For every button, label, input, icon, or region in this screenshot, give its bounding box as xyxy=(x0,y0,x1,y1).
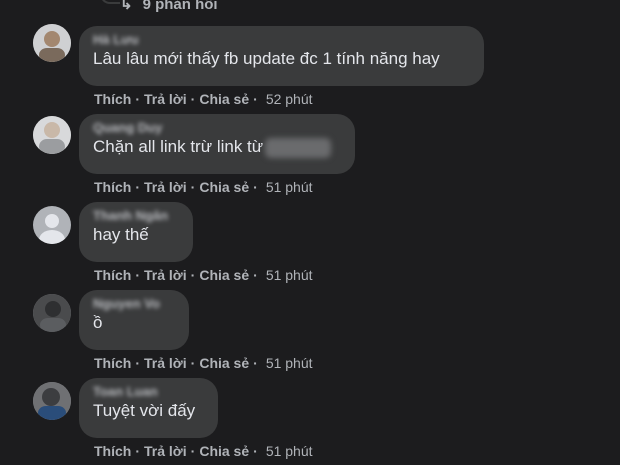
separator: · xyxy=(253,267,258,283)
separator: · xyxy=(253,355,258,371)
avatar[interactable] xyxy=(33,294,71,332)
separator: · xyxy=(135,267,141,283)
comment-actions: Thích · Trả lời · Chia sẻ · 51 phút xyxy=(94,267,313,283)
comment-actions: Thích · Trả lời · Chia sẻ · 52 phút xyxy=(94,91,313,107)
separator: · xyxy=(190,443,196,459)
default-avatar-icon[interactable] xyxy=(33,206,71,244)
separator: · xyxy=(253,179,258,195)
comment-text-row: Chặn all link trừ link từ xyxy=(93,136,341,158)
avatar-shoulders xyxy=(39,230,65,244)
comment-author[interactable]: Thanh Ngân xyxy=(93,208,179,224)
avatar-photo xyxy=(33,24,71,62)
redacted-region xyxy=(265,137,332,158)
separator: · xyxy=(135,91,141,107)
avatar[interactable] xyxy=(33,24,71,62)
reply-button[interactable]: Trả lời xyxy=(144,443,187,459)
like-button[interactable]: Thích xyxy=(94,179,131,195)
share-button[interactable]: Chia sẻ xyxy=(199,91,249,107)
comment-timestamp[interactable]: 52 phút xyxy=(266,91,313,107)
share-button[interactable]: Chia sẻ xyxy=(199,267,249,283)
reply-button[interactable]: Trả lời xyxy=(144,179,187,195)
avatar-photo xyxy=(33,382,71,420)
separator: · xyxy=(190,355,196,371)
comment-text: Lâu lâu mới thấy fb update đc 1 tính năn… xyxy=(93,49,440,68)
share-button[interactable]: Chia sẻ xyxy=(199,443,249,459)
like-button[interactable]: Thích xyxy=(94,267,131,283)
comment-text: Chặn all link trừ link từ xyxy=(93,137,264,156)
comment-bubble: Thanh Ngân hay thế xyxy=(79,202,193,262)
separator: · xyxy=(253,91,258,107)
comment-actions: Thích · Trả lời · Chia sẻ · 51 phút xyxy=(94,355,313,371)
comment-actions: Thích · Trả lời · Chia sẻ · 51 phút xyxy=(94,179,313,195)
separator: · xyxy=(190,267,196,283)
avatar-head xyxy=(45,214,59,228)
comment-text: Tuyệt vời đấy xyxy=(93,401,196,420)
separator: · xyxy=(135,179,141,195)
comment-bubble: Toan Luan Tuyệt vời đấy xyxy=(79,378,218,438)
comment-author[interactable]: Toan Luan xyxy=(93,384,204,400)
separator: · xyxy=(253,443,258,459)
reply-button[interactable]: Trả lời xyxy=(144,355,187,371)
comment-author[interactable]: Nguyen Vo xyxy=(93,296,175,312)
share-button[interactable]: Chia sẻ xyxy=(199,355,249,371)
share-button[interactable]: Chia sẻ xyxy=(199,179,249,195)
comment-author[interactable]: Quang Duy xyxy=(93,120,341,136)
avatar-photo xyxy=(33,116,71,154)
comment-timestamp[interactable]: 51 phút xyxy=(266,179,313,195)
separator: · xyxy=(190,91,196,107)
comment-text: ồ xyxy=(93,313,103,332)
like-button[interactable]: Thích xyxy=(94,443,131,459)
comment-actions: Thích · Trả lời · Chia sẻ · 51 phút xyxy=(94,443,313,459)
separator: · xyxy=(135,355,141,371)
comment-timestamp[interactable]: 51 phút xyxy=(266,355,313,371)
avatar[interactable] xyxy=(33,382,71,420)
separator: · xyxy=(190,179,196,195)
comment-author[interactable]: Hà Lưu xyxy=(93,32,470,48)
like-button[interactable]: Thích xyxy=(94,91,131,107)
thread-connector xyxy=(100,0,120,4)
reply-button[interactable]: Trả lời xyxy=(144,267,187,283)
reply-button[interactable]: Trả lời xyxy=(144,91,187,107)
separator: · xyxy=(135,443,141,459)
comment-text: hay thế xyxy=(93,225,149,244)
view-replies-label: 9 phản hồi xyxy=(142,0,218,13)
comment-bubble: Nguyen Vo ồ xyxy=(79,290,189,350)
comment-bubble: Quang Duy Chặn all link trừ link từ xyxy=(79,114,355,174)
comment-bubble: Hà Lưu Lâu lâu mới thấy fb update đc 1 t… xyxy=(79,26,484,86)
view-replies-link[interactable]: ↳ 9 phản hồi xyxy=(100,0,290,16)
comment-timestamp[interactable]: 51 phút xyxy=(266,267,313,283)
comment-timestamp[interactable]: 51 phút xyxy=(266,443,313,459)
avatar-photo xyxy=(33,294,71,332)
reply-arrow-icon: ↳ xyxy=(120,0,133,13)
like-button[interactable]: Thích xyxy=(94,355,131,371)
avatar[interactable] xyxy=(33,116,71,154)
